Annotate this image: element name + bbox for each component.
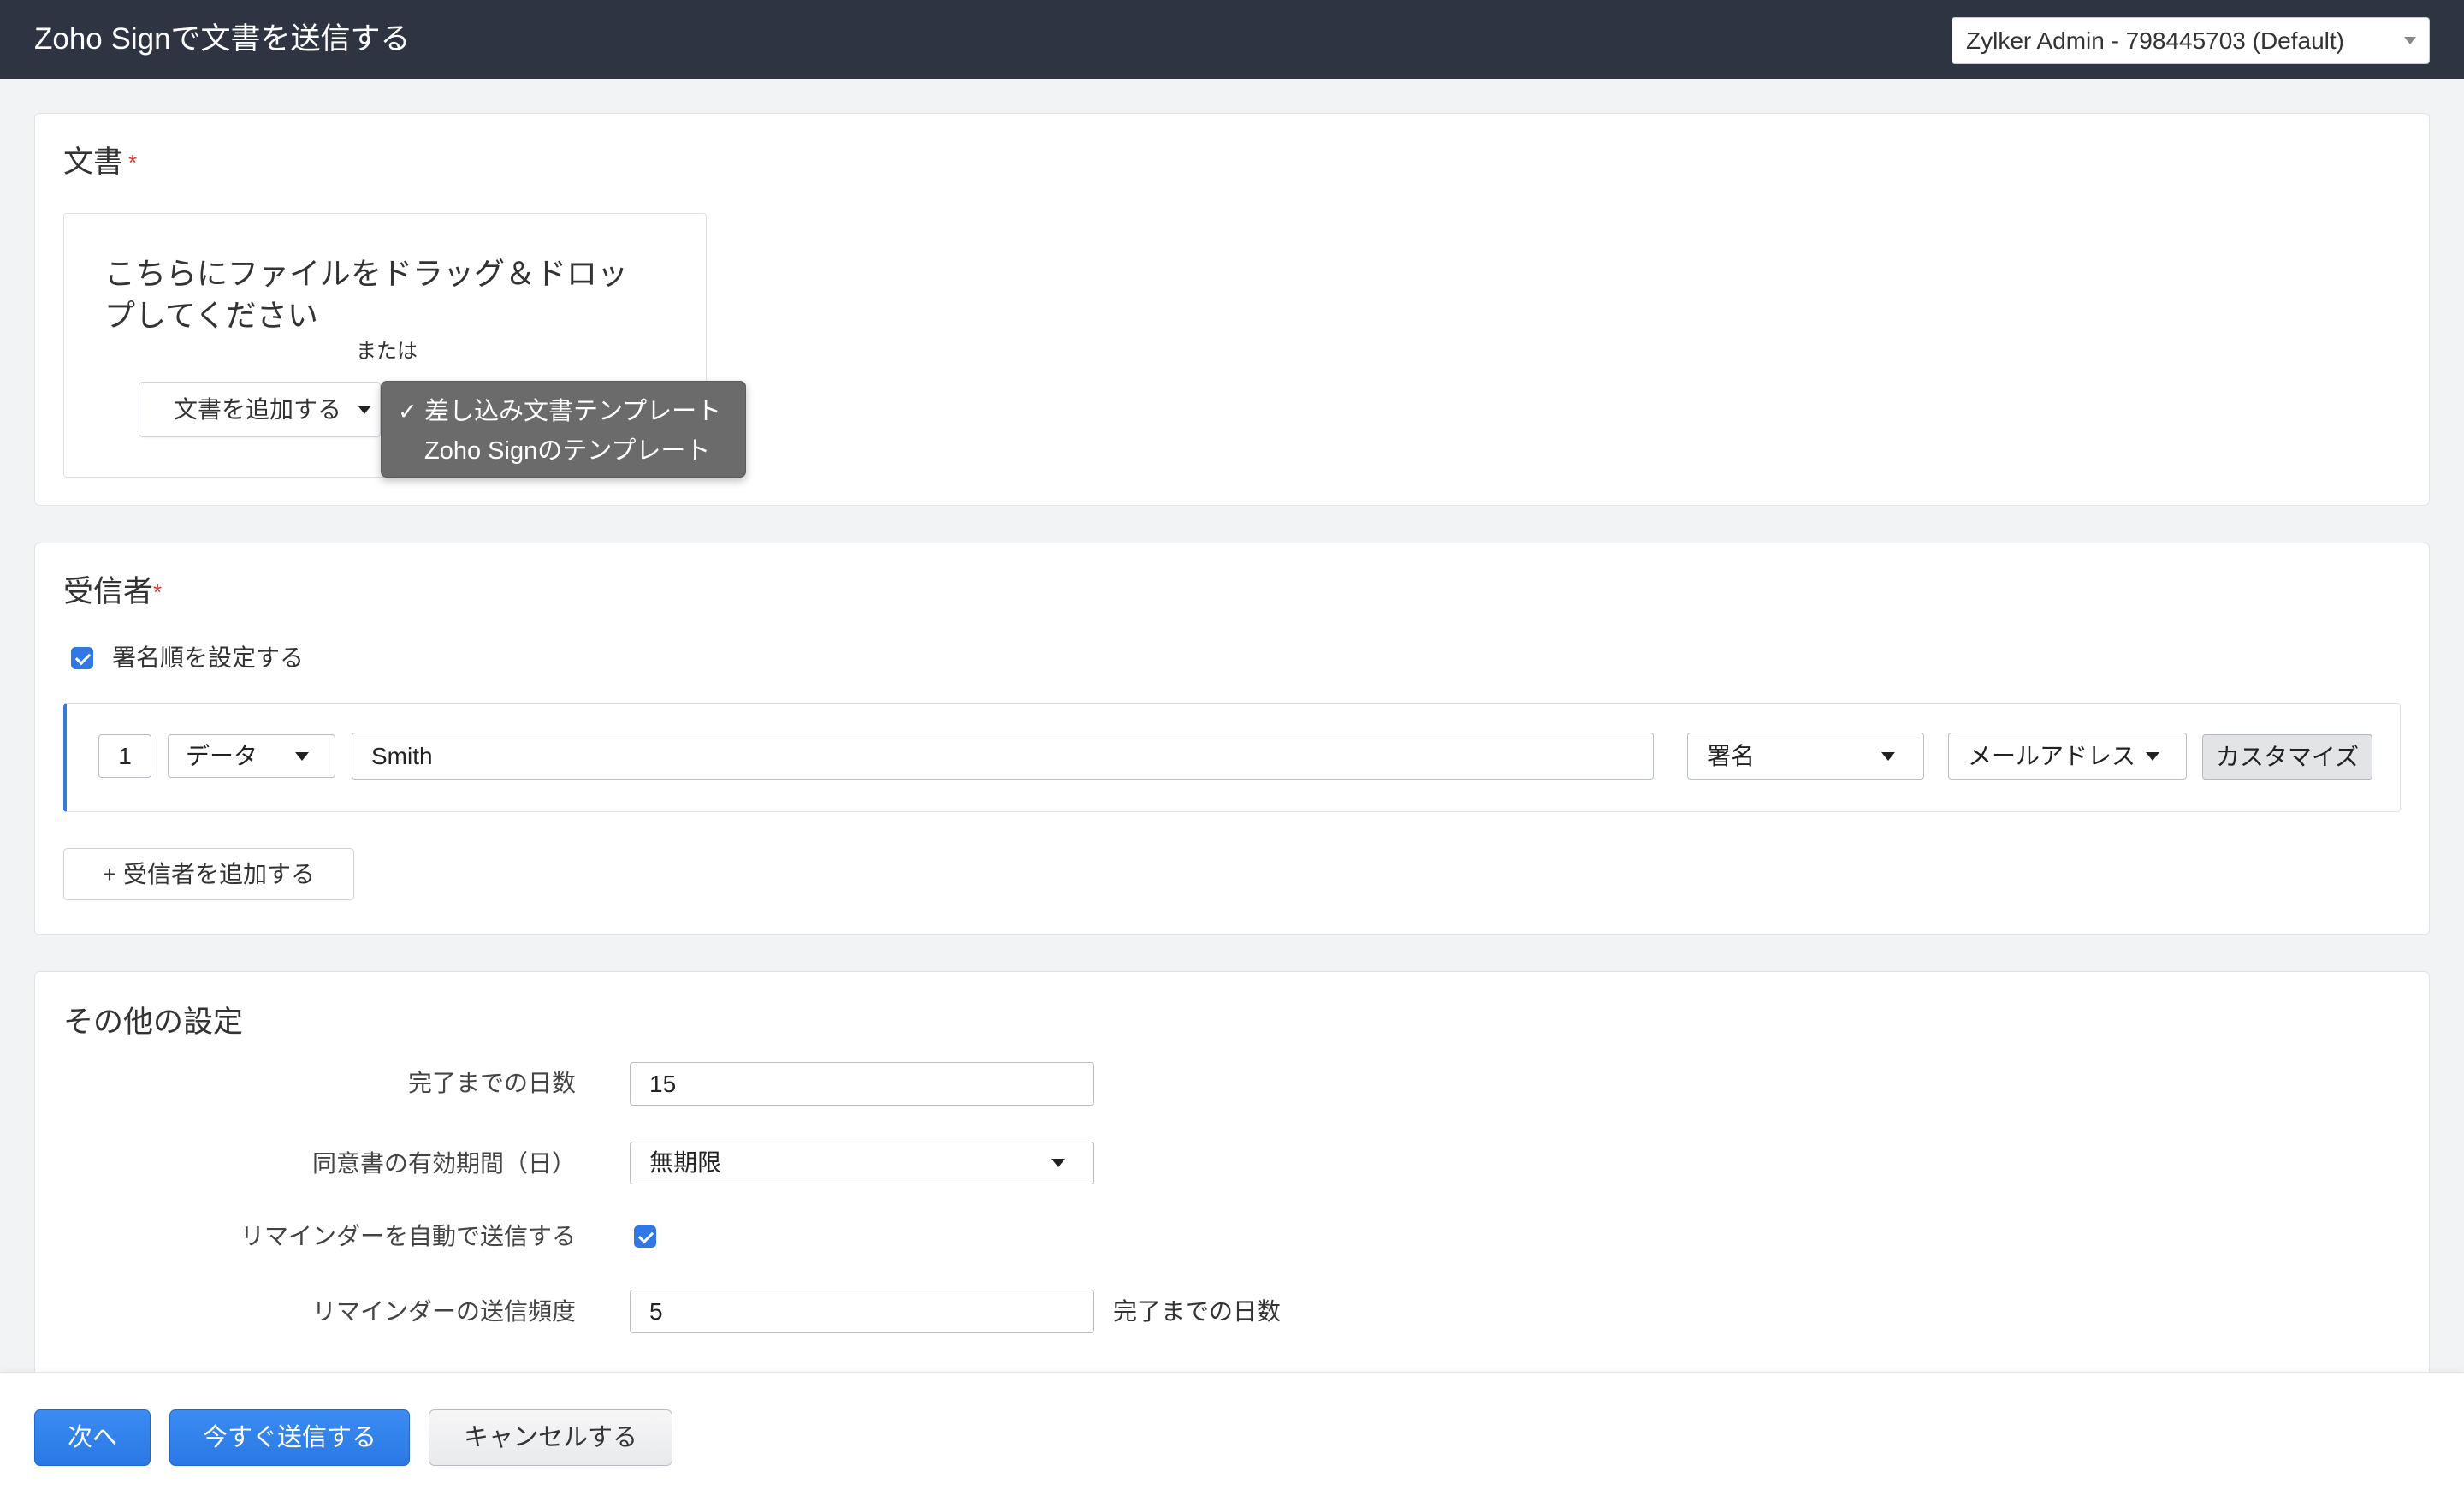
documents-title: 文書 * <box>63 145 137 180</box>
top-bar: Zoho Signで文書を送信する Zylker Admin - 7984457… <box>0 0 2464 79</box>
caret-down-icon <box>1051 1159 1065 1167</box>
cancel-button[interactable]: キャンセルする <box>429 1409 672 1466</box>
recipients-section: 受信者* 署名順を設定する 1 データ Smith 署名 メールアドレス カスタ… <box>34 543 2430 935</box>
add-recipient-button[interactable]: + 受信者を追加する <box>63 848 354 900</box>
caret-down-icon <box>295 752 309 761</box>
customize-button[interactable]: カスタマイズ <box>2202 734 2372 780</box>
signing-order-checkbox[interactable] <box>71 647 93 669</box>
recipients-title-text: 受信者 <box>63 575 154 608</box>
caret-down-icon <box>358 406 370 414</box>
menu-item-label: 差し込み文書テンプレート <box>424 398 722 425</box>
recipients-title: 受信者* <box>63 575 162 609</box>
recipient-name-input[interactable]: Smith <box>352 733 1654 780</box>
reminder-frequency-label: リマインダーの送信頻度 <box>311 1298 576 1325</box>
or-text: または <box>356 340 418 363</box>
menu-item-zoho-sign-template[interactable]: Zoho Signのテンプレート <box>382 431 747 471</box>
days-to-complete-label: 完了までの日数 <box>407 1070 576 1096</box>
required-mark: * <box>153 579 163 605</box>
days-to-complete-input[interactable] <box>630 1062 1094 1106</box>
recipient-row: 1 データ Smith 署名 メールアドレス カスタマイズ <box>63 703 2401 812</box>
account-select[interactable]: Zylker Admin - 798445703 (Default) <box>1952 17 2430 64</box>
recipient-type-select[interactable]: データ <box>168 734 335 778</box>
documents-section: 文書 * こちらにファイルをドラッグ＆ドロップしてください または 文書を追加する… <box>34 113 2430 506</box>
consent-validity-select[interactable]: 無期限 <box>630 1142 1094 1184</box>
recipient-type-value: データ <box>186 743 258 769</box>
send-now-button[interactable]: 今すぐ送信する <box>169 1409 410 1466</box>
consent-validity-label: 同意書の有効期間（日） <box>311 1150 576 1177</box>
recipient-action-select[interactable]: 署名 <box>1687 733 1924 780</box>
required-mark: * <box>128 150 138 175</box>
documents-title-text: 文書 <box>63 145 124 179</box>
footer-bar: 次へ 今すぐ送信する キャンセルする <box>0 1372 2464 1501</box>
dropzone-text: こちらにファイルをドラッグ＆ドロップしてください <box>104 256 629 333</box>
consent-validity-value: 無期限 <box>649 1149 722 1176</box>
caret-down-icon <box>1881 752 1895 761</box>
recipient-action-value: 署名 <box>1707 743 1756 769</box>
recipient-delivery-select[interactable]: メールアドレス <box>1948 733 2187 780</box>
add-document-button[interactable]: 文書を追加する <box>139 382 381 437</box>
menu-item-label: Zoho Signのテンプレート <box>424 437 711 465</box>
caret-down-icon <box>2146 752 2159 761</box>
auto-reminder-checkbox[interactable] <box>634 1225 656 1248</box>
recipient-delivery-value: メールアドレス <box>1968 743 2136 769</box>
page-title: Zoho Signで文書を送信する <box>34 22 411 56</box>
reminder-frequency-suffix: 完了までの日数 <box>1113 1298 1282 1325</box>
add-document-label: 文書を追加する <box>174 396 342 423</box>
account-select-value: Zylker Admin - 798445703 (Default) <box>1966 27 2344 54</box>
next-button[interactable]: 次へ <box>34 1409 151 1466</box>
other-settings-title: その他の設定 <box>63 1006 244 1039</box>
check-icon <box>398 392 418 431</box>
recipient-order[interactable]: 1 <box>98 734 151 778</box>
other-settings-section: その他の設定 完了までの日数 同意書の有効期間（日） 無期限 リマインダーを自動… <box>34 971 2430 1433</box>
auto-reminder-label: リマインダーを自動で送信する <box>240 1223 576 1249</box>
reminder-frequency-input[interactable] <box>630 1290 1094 1333</box>
add-document-menu: 差し込み文書テンプレート Zoho Signのテンプレート <box>381 381 746 478</box>
signing-order-label: 署名順を設定する <box>112 644 305 671</box>
menu-item-merge-template[interactable]: 差し込み文書テンプレート <box>382 392 747 431</box>
caret-down-icon <box>2404 37 2416 44</box>
